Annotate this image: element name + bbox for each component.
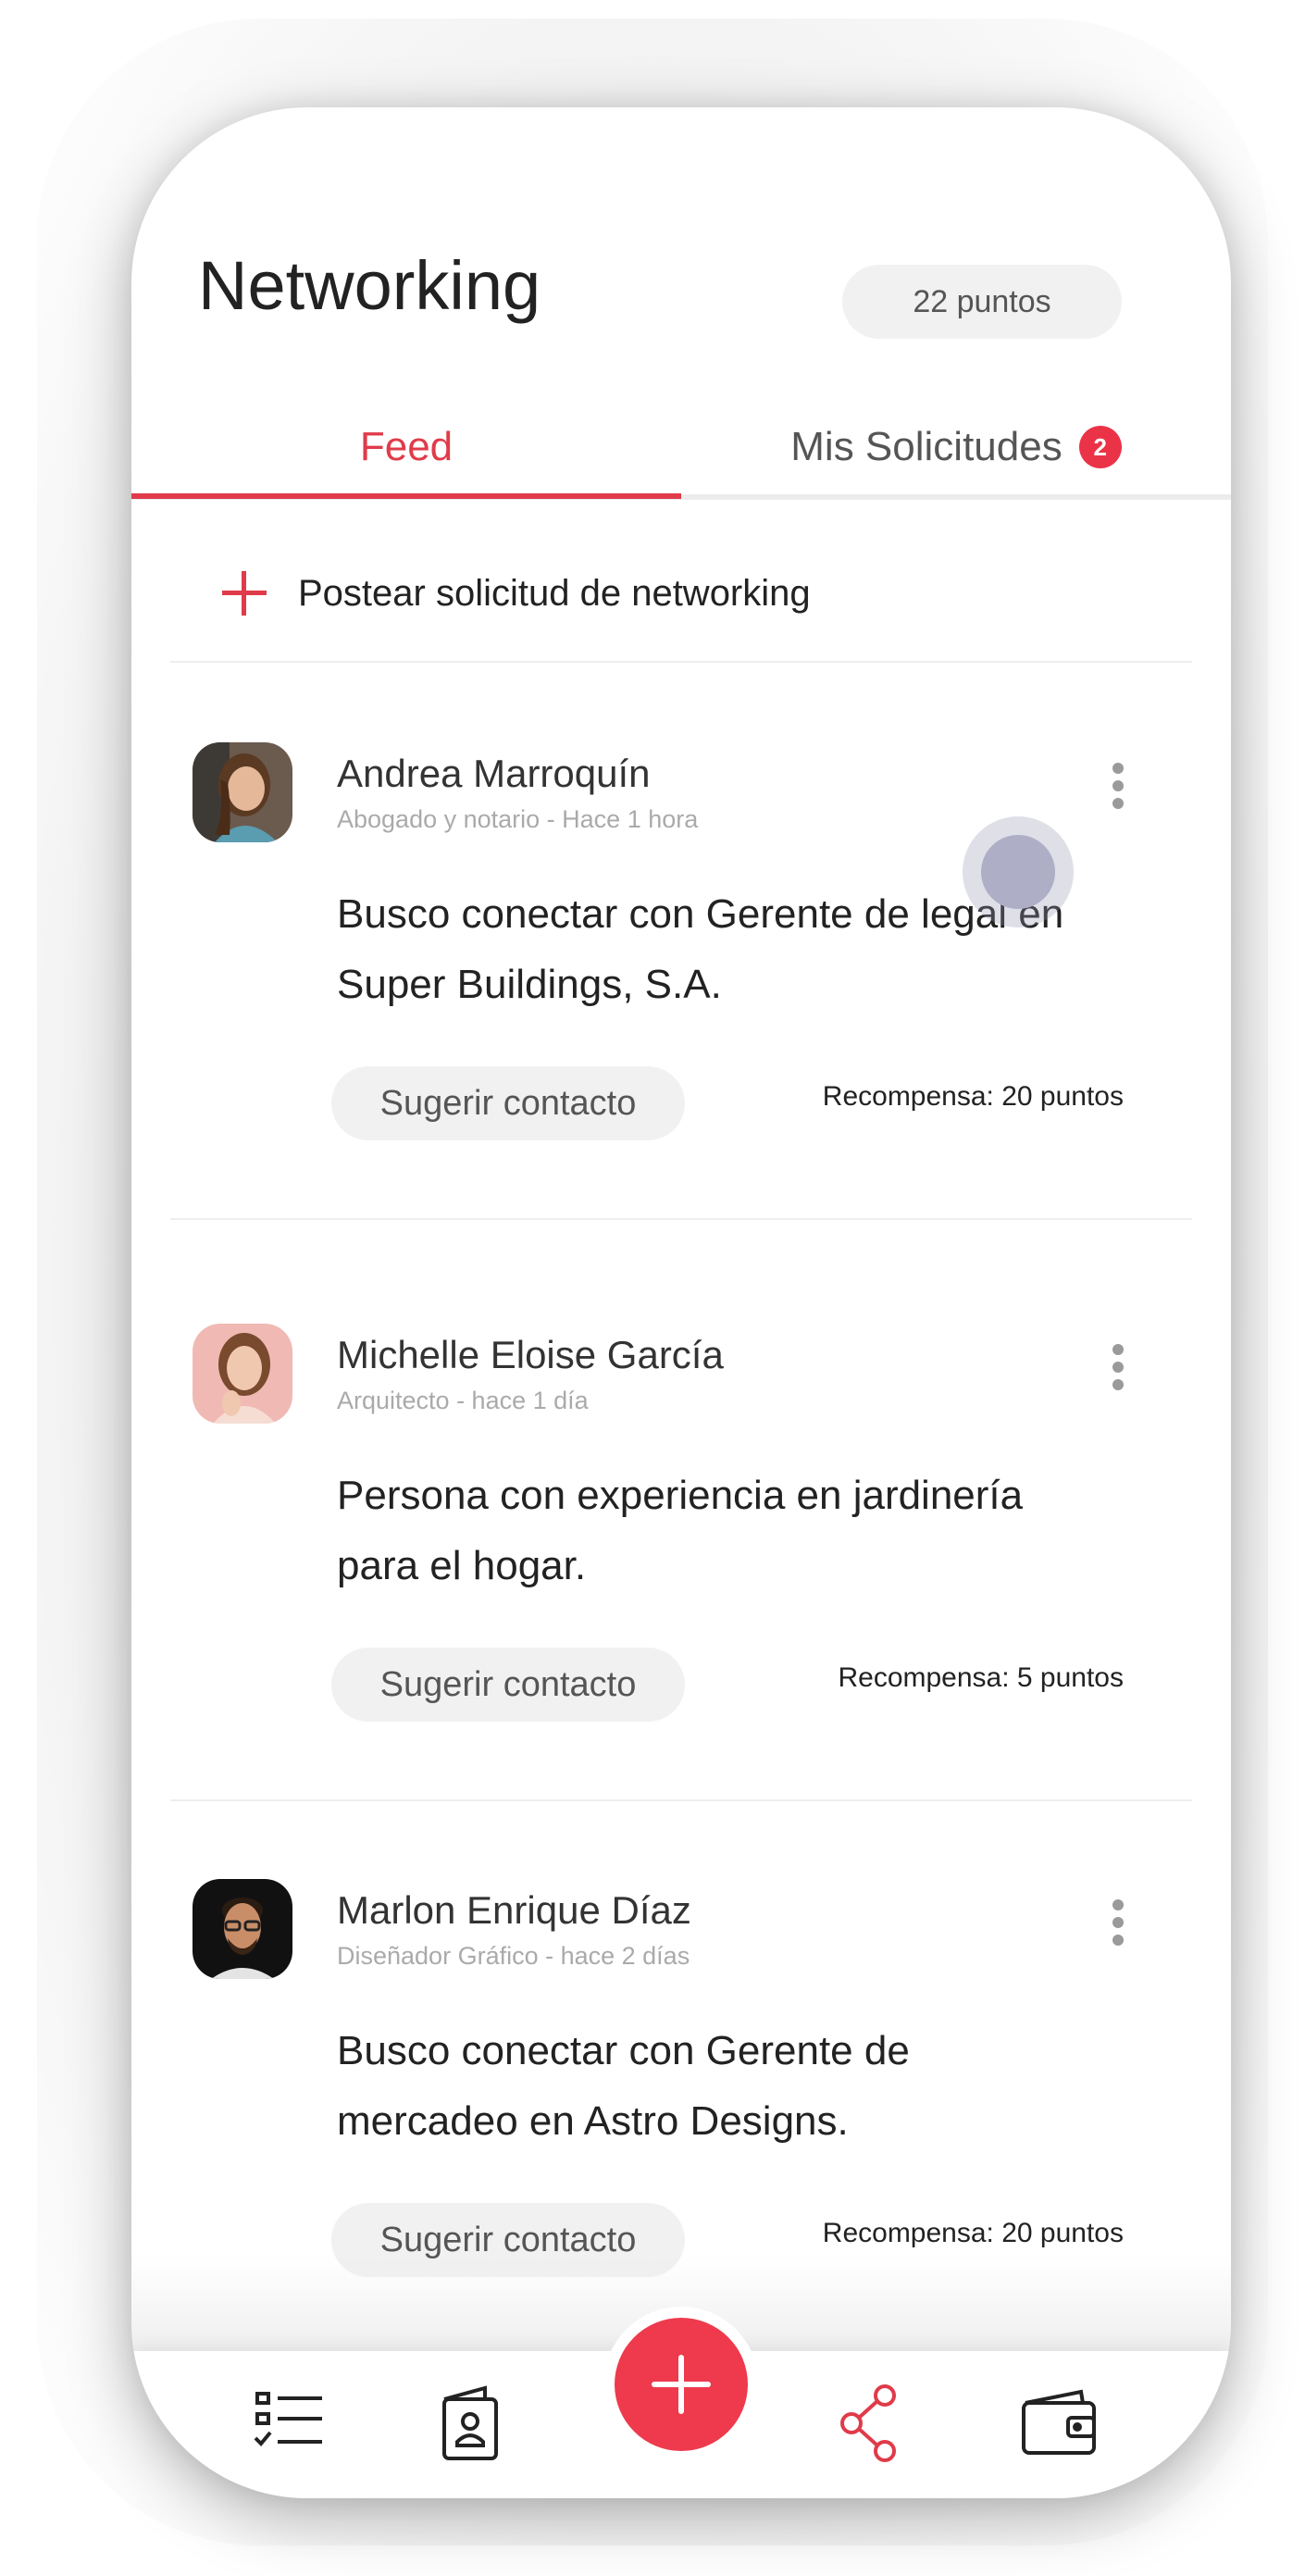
reward-text: Recompensa: 20 puntos (822, 2218, 1124, 2248)
tab-active-indicator (131, 493, 681, 499)
tab-mis-solicitudes[interactable]: Mis Solicitudes 2 (681, 394, 1231, 500)
touch-indicator (963, 816, 1074, 927)
feed-card: Michelle Eloise García Arquitecto - hace… (131, 1324, 1231, 1842)
avatar[interactable] (193, 1879, 292, 1979)
id-badge-icon[interactable] (428, 2381, 511, 2464)
post-request-label: Postear solicitud de networking (298, 572, 811, 614)
suggest-contact-button[interactable]: Sugerir contacto (331, 1648, 685, 1722)
more-options-icon[interactable] (1111, 1899, 1125, 1955)
author-meta: Diseñador Gráfico - hace 2 días (337, 1942, 690, 1970)
points-badge: 22 puntos (842, 265, 1122, 339)
phone-screen: Networking 22 puntos Feed Mis Solicitude… (131, 107, 1231, 2498)
author-name: Andrea Marroquín (337, 752, 651, 795)
request-text: Busco conectar con Gerente de mercadeo e… (337, 2028, 910, 2144)
post-request-button[interactable]: Postear solicitud de networking (168, 524, 1194, 663)
plus-icon (217, 566, 272, 621)
share-icon[interactable] (831, 2381, 914, 2464)
author-name: Marlon Enrique Díaz (337, 1888, 691, 1932)
divider (170, 1799, 1192, 1801)
avatar[interactable] (193, 742, 292, 842)
more-options-icon[interactable] (1111, 1344, 1125, 1400)
requests-count-badge: 2 (1078, 426, 1122, 468)
add-icon[interactable] (615, 2318, 748, 2451)
author-name: Michelle Eloise García (337, 1333, 724, 1376)
avatar[interactable] (193, 1324, 292, 1424)
request-text: Persona con experiencia en jardinería pa… (337, 1473, 1024, 1588)
more-options-icon[interactable] (1111, 763, 1125, 818)
reward-text: Recompensa: 20 puntos (822, 1081, 1124, 1112)
author-meta: Abogado y notario - Hace 1 hora (337, 805, 699, 833)
tab-feed-label: Feed (359, 424, 454, 469)
feed-card: Andrea Marroquín Abogado y notario - Hac… (131, 742, 1231, 1261)
author-meta: Arquitecto - hace 1 día (337, 1387, 589, 1414)
wallet-icon[interactable] (1016, 2381, 1100, 2464)
tab-mis-solicitudes-label: Mis Solicitudes (790, 424, 1063, 469)
tab-feed[interactable]: Feed (131, 394, 681, 500)
suggest-contact-button[interactable]: Sugerir contacto (331, 1066, 685, 1140)
divider (170, 1218, 1192, 1220)
reward-text: Recompensa: 5 puntos (838, 1662, 1124, 1693)
divider (170, 661, 1192, 663)
page-title: Networking (198, 247, 541, 324)
checklist-icon[interactable] (248, 2381, 331, 2464)
